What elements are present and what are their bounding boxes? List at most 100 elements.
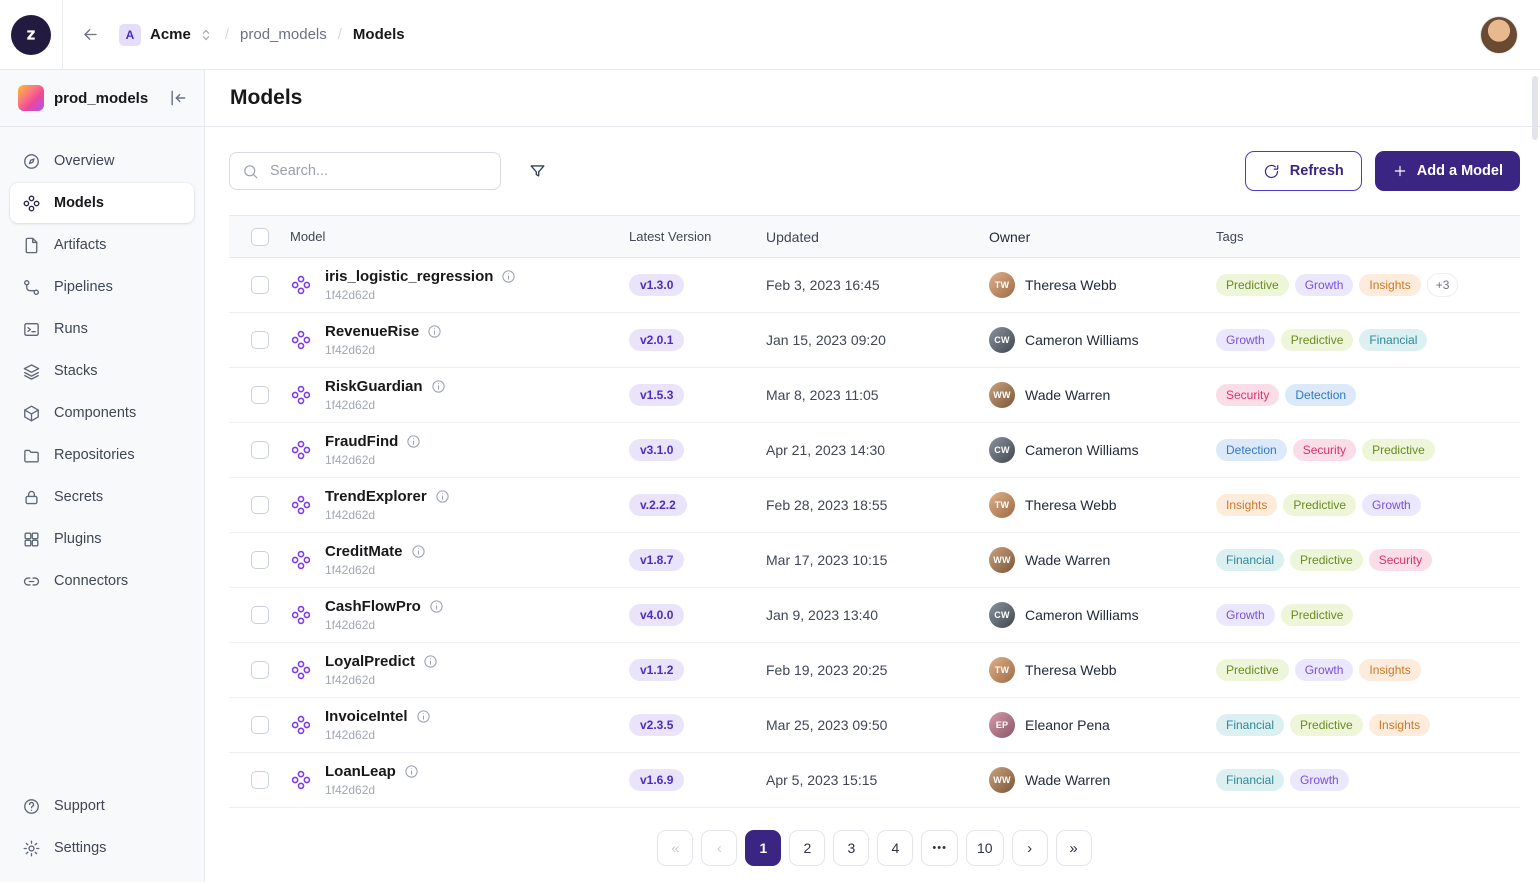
sidebar-item-models[interactable]: Models [10,183,194,223]
sidebar-item-secrets[interactable]: Secrets [10,477,194,517]
table-row[interactable]: InvoiceIntel 1f42d62d v2.3.5 Mar 25, 202… [229,698,1520,753]
model-name[interactable]: RiskGuardian [325,378,423,395]
filter-button[interactable] [519,153,555,189]
pagination-page-1[interactable]: 1 [745,830,782,866]
table-row[interactable]: FraudFind 1f42d62d v3.1.0 Apr 21, 2023 1… [229,423,1520,478]
model-name[interactable]: iris_logistic_regression [325,268,493,285]
sidebar-item-connectors[interactable]: Connectors [10,561,194,601]
owner-name: Cameron Williams [1025,442,1139,458]
app-logo[interactable] [0,0,63,70]
sidebar-item-support[interactable]: Support [10,786,194,826]
pagination-next[interactable]: › [1011,830,1048,866]
model-name[interactable]: FraudFind [325,433,398,450]
row-checkbox[interactable] [250,496,269,514]
user-avatar[interactable] [1480,15,1518,54]
info-icon[interactable] [416,709,431,724]
row-checkbox[interactable] [250,331,269,349]
table-row[interactable]: TrendExplorer 1f42d62d v.2.2.2 Feb 28, 2… [229,478,1520,533]
pipelines-icon [22,278,41,297]
org-name[interactable]: Acme [150,26,191,43]
pagination-prev[interactable]: ‹ [701,830,738,866]
pagination-ellipsis[interactable]: ••• [921,830,958,866]
tags-cell: Growth Predictive [1216,604,1520,626]
table-row[interactable]: iris_logistic_regression 1f42d62d v1.3.0… [229,258,1520,313]
model-hash: 1f42d62d [325,508,376,522]
column-header-owner[interactable]: Owner [989,229,1216,245]
version-badge: v3.1.0 [629,439,685,461]
search-input[interactable] [268,162,488,180]
column-header-latest-version[interactable]: Latest Version [629,229,766,244]
collapse-sidebar-icon[interactable] [168,88,188,108]
sidebar-item-overview[interactable]: Overview [10,141,194,181]
table-header-row: Model Latest Version Updated Owner Tags [229,216,1520,258]
model-name[interactable]: InvoiceIntel [325,708,408,725]
tags-overflow-badge[interactable]: +3 [1426,273,1459,297]
scrollbar-thumb[interactable] [1532,76,1538,140]
column-header-model[interactable]: Model [290,229,629,244]
row-checkbox[interactable] [250,551,269,569]
breadcrumb-current: Models [352,26,405,43]
tag-insights: Insights [1216,494,1278,516]
sidebar-item-label: Overview [54,153,115,169]
sidebar-item-artifacts[interactable]: Artifacts [10,225,194,265]
org-switcher-icon[interactable] [198,27,214,43]
row-checkbox[interactable] [250,661,269,679]
row-checkbox[interactable] [250,276,269,294]
model-icon [290,769,312,791]
pagination-page-3[interactable]: 3 [833,830,870,866]
info-icon[interactable] [427,324,442,339]
search-box[interactable] [229,152,501,190]
row-checkbox[interactable] [250,386,269,404]
pagination-page-2[interactable]: 2 [789,830,826,866]
pagination-page-4[interactable]: 4 [877,830,914,866]
breadcrumb-project[interactable]: prod_models [240,26,327,43]
table-row[interactable]: LoyalPredict 1f42d62d v1.1.2 Feb 19, 202… [229,643,1520,698]
model-name[interactable]: LoyalPredict [325,653,415,670]
tag-detection: Detection [1285,384,1357,406]
column-header-tags[interactable]: Tags [1216,229,1520,244]
row-checkbox[interactable] [250,716,269,734]
tag-predictive: Predictive [1216,274,1289,296]
sidebar-item-plugins[interactable]: Plugins [10,519,194,559]
owner-avatar: WW [989,547,1015,573]
sidebar-item-runs[interactable]: Runs [10,309,194,349]
row-checkbox[interactable] [250,441,269,459]
table-row[interactable]: RevenueRise 1f42d62d v2.0.1 Jan 15, 2023… [229,313,1520,368]
info-icon[interactable] [429,599,444,614]
back-button[interactable] [73,18,107,52]
table-row[interactable]: CashFlowPro 1f42d62d v4.0.0 Jan 9, 2023 … [229,588,1520,643]
model-name[interactable]: CreditMate [325,543,403,560]
row-checkbox[interactable] [250,606,269,624]
model-name[interactable]: RevenueRise [325,323,419,340]
info-icon[interactable] [404,764,419,779]
info-icon[interactable] [406,434,421,449]
app-shell: prod_models Overview Models Artifacts Pi… [0,70,1540,882]
info-icon[interactable] [431,379,446,394]
info-icon[interactable] [435,489,450,504]
pagination-first[interactable]: « [657,830,694,866]
info-icon[interactable] [501,269,516,284]
sidebar-item-components[interactable]: Components [10,393,194,433]
pagination-page-10[interactable]: 10 [965,830,1004,866]
refresh-button[interactable]: Refresh [1244,151,1362,191]
sidebar-item-repositories[interactable]: Repositories [10,435,194,475]
owner-name: Cameron Williams [1025,332,1139,348]
zenml-logo-icon [11,14,51,55]
row-checkbox[interactable] [250,771,269,789]
table-row[interactable]: RiskGuardian 1f42d62d v1.5.3 Mar 8, 2023… [229,368,1520,423]
select-all-checkbox[interactable] [250,227,269,246]
model-name[interactable]: TrendExplorer [325,488,427,505]
column-header-updated[interactable]: Updated [766,229,989,245]
sidebar-item-stacks[interactable]: Stacks [10,351,194,391]
info-icon[interactable] [411,544,426,559]
model-name[interactable]: CashFlowPro [325,598,421,615]
table-row[interactable]: LoanLeap 1f42d62d v1.6.9 Apr 5, 2023 15:… [229,753,1520,808]
model-name[interactable]: LoanLeap [325,763,396,780]
stacks-icon [22,362,41,381]
pagination-last[interactable]: » [1055,830,1092,866]
table-row[interactable]: CreditMate 1f42d62d v1.8.7 Mar 17, 2023 … [229,533,1520,588]
sidebar-item-settings[interactable]: Settings [10,828,194,868]
info-icon[interactable] [423,654,438,669]
sidebar-item-pipelines[interactable]: Pipelines [10,267,194,307]
add-model-button[interactable]: Add a Model [1374,151,1520,191]
